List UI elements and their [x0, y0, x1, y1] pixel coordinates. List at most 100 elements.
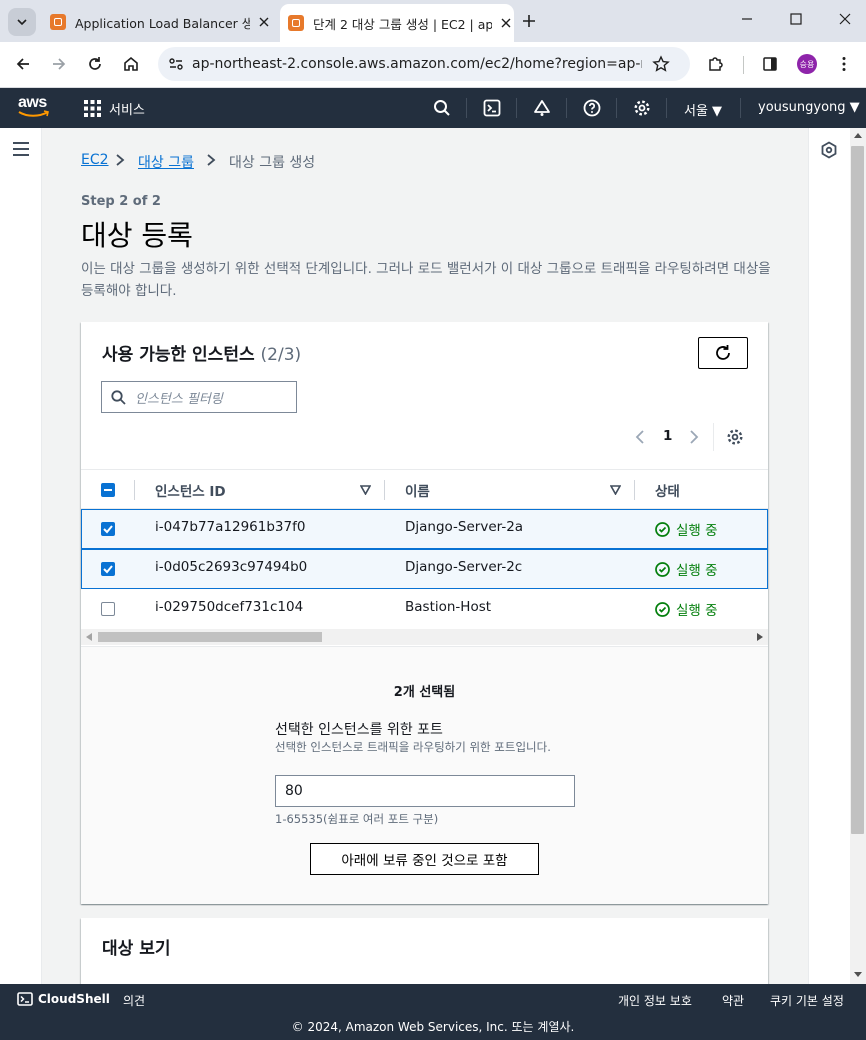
tab-search-button[interactable] [8, 8, 36, 36]
back-button[interactable] [14, 55, 32, 73]
search-button[interactable] [433, 99, 451, 117]
instance-id-cell: i-029750dcef731c104 [155, 599, 304, 615]
extensions-button[interactable] [707, 55, 725, 73]
chevron-down-icon [17, 19, 27, 26]
home-button[interactable] [122, 55, 140, 73]
check-circle-icon [655, 561, 670, 577]
close-tab-icon[interactable] [256, 14, 272, 30]
services-menu[interactable]: 서비스 [84, 99, 145, 118]
tools-panel-button[interactable] [820, 141, 838, 159]
page-description: 이는 대상 그룹을 생성하기 위한 선택적 단계입니다. 그러나 로드 밸런서가… [81, 261, 771, 299]
privacy-link[interactable]: 개인 정보 보호 [618, 992, 692, 1009]
scroll-up-icon[interactable] [854, 132, 862, 138]
state-text: 실행 중 [676, 603, 718, 619]
close-tab-icon[interactable] [498, 15, 514, 31]
region-selector[interactable]: 서울 ▼ [684, 100, 722, 119]
page-scrollbar[interactable] [850, 128, 866, 984]
profile-avatar[interactable]: 승용 [797, 54, 817, 74]
browser-tab-alb[interactable]: Application Load Balancer 생성 [42, 6, 272, 38]
gear-icon [634, 100, 650, 116]
page-number[interactable]: 1 [663, 428, 672, 444]
terminal-icon [17, 992, 33, 1006]
next-page-icon[interactable] [688, 429, 700, 445]
scroll-left-icon[interactable] [86, 633, 92, 641]
help-button[interactable] [583, 99, 601, 117]
table-horizontal-scrollbar[interactable] [81, 629, 768, 645]
browser-tab-active[interactable]: 단계 2 대상 그룹 생성 | EC2 | ap [280, 4, 514, 42]
side-panel-button[interactable] [761, 55, 779, 73]
plus-icon [523, 15, 535, 27]
chevron-right-icon [116, 154, 125, 166]
row-checkbox[interactable] [101, 562, 115, 576]
feedback-link[interactable]: 의견 [123, 992, 145, 1009]
scrollbar-thumb[interactable] [851, 146, 864, 834]
breadcrumb-ec2[interactable]: EC2 [81, 152, 109, 168]
instance-filter-input[interactable]: 인스턴스 필터링 [101, 381, 297, 413]
breadcrumb-current: 대상 그룹 생성 [229, 155, 316, 171]
cloudshell-button[interactable] [483, 99, 501, 117]
aws-console-header: aws 서비스 서울 ▼ yousungyong ▼ [0, 88, 866, 128]
table-row[interactable]: i-029750dcef731c104 Bastion-Host 실행 중 [81, 589, 768, 629]
nav-toggle-button[interactable] [12, 141, 30, 157]
search-icon [434, 100, 450, 116]
copyright: © 2024, Amazon Web Services, Inc. 또는 계열사… [291, 1020, 575, 1034]
aws-logo[interactable]: aws [18, 94, 50, 118]
prev-page-icon[interactable] [634, 429, 646, 445]
browser-menu-button[interactable] [835, 55, 853, 73]
review-targets-panel: 대상 보기 [81, 918, 768, 984]
row-checkbox[interactable] [101, 602, 115, 616]
terms-link[interactable]: 약관 [722, 992, 744, 1009]
column-header-state[interactable]: 상태 [655, 480, 680, 500]
reload-button[interactable] [86, 55, 104, 73]
step-indicator: Step 2 of 2 [81, 194, 161, 209]
table-row[interactable]: i-0d05c2693c97494b0 Django-Server-2c 실행 … [81, 549, 768, 589]
port-hint: 1-65535(쉼표로 여러 포트 구분) [275, 812, 439, 826]
forward-button[interactable] [50, 55, 68, 73]
new-tab-button[interactable] [520, 12, 538, 30]
column-header-name[interactable]: 이름 [405, 480, 430, 500]
scrollbar-thumb[interactable] [98, 632, 322, 642]
hexagon-info-icon [821, 141, 837, 159]
available-instances-panel: 사용 가능한 인스턴스 (2/3) 인스턴스 필터링 1 인스턴스 ID 이름 … [81, 322, 768, 904]
notifications-button[interactable] [533, 99, 551, 117]
close-window-button[interactable] [838, 12, 852, 26]
main-content: EC2 대상 그룹 대상 그룹 생성 Step 2 of 2 대상 등록 이는 … [42, 128, 808, 984]
terminal-icon [483, 99, 501, 117]
aws-smile-icon [18, 110, 49, 117]
minimize-icon [742, 18, 752, 20]
site-info-icon[interactable] [168, 56, 184, 72]
sort-icon[interactable] [360, 485, 371, 495]
maximize-icon [790, 13, 802, 25]
home-icon [124, 56, 138, 71]
table-header-row: 인스턴스 ID 이름 상태 [81, 469, 768, 509]
instance-state-cell: 실행 중 [655, 599, 718, 619]
scroll-down-icon[interactable] [854, 972, 862, 978]
minimize-button[interactable] [740, 12, 754, 26]
sort-icon[interactable] [610, 485, 621, 495]
breadcrumb-target-groups[interactable]: 대상 그룹 [138, 152, 194, 172]
cloudshell-link[interactable]: CloudShell [17, 992, 110, 1006]
review-targets-heading: 대상 보기 [102, 939, 171, 959]
table-row[interactable]: i-047b77a12961b37f0 Django-Server-2a 실행 … [81, 509, 768, 549]
select-all-checkbox[interactable] [101, 483, 115, 497]
table-settings-gear-icon[interactable] [726, 428, 744, 446]
account-menu[interactable]: yousungyong ▼ [758, 100, 860, 115]
maximize-button[interactable] [789, 12, 803, 26]
port-description: 선택한 인스턴스로 트래픽을 라우팅하기 위한 포트입니다. [275, 740, 551, 754]
cookie-preferences-link[interactable]: 쿠키 기본 설정 [770, 992, 844, 1009]
bookmark-star-icon[interactable] [652, 55, 670, 73]
port-input[interactable]: 80 [275, 775, 575, 807]
url-text: ap-northeast-2.console.aws.amazon.com/ec… [192, 56, 642, 72]
address-bar[interactable]: ap-northeast-2.console.aws.amazon.com/ec… [158, 47, 690, 81]
settings-button[interactable] [633, 99, 651, 117]
instance-state-cell: 실행 중 [655, 519, 718, 539]
column-header-instance-id[interactable]: 인스턴스 ID [155, 480, 226, 500]
row-checkbox[interactable] [101, 522, 115, 536]
instance-name-cell: Django-Server-2c [405, 559, 523, 575]
check-circle-icon [655, 601, 670, 617]
include-as-pending-button[interactable]: 아래에 보류 중인 것으로 포함 [310, 843, 539, 875]
refresh-button[interactable] [698, 337, 748, 369]
scroll-right-icon[interactable] [757, 633, 763, 641]
browser-toolbar: ap-northeast-2.console.aws.amazon.com/ec… [0, 42, 866, 88]
instance-name-cell: Django-Server-2a [405, 519, 524, 535]
